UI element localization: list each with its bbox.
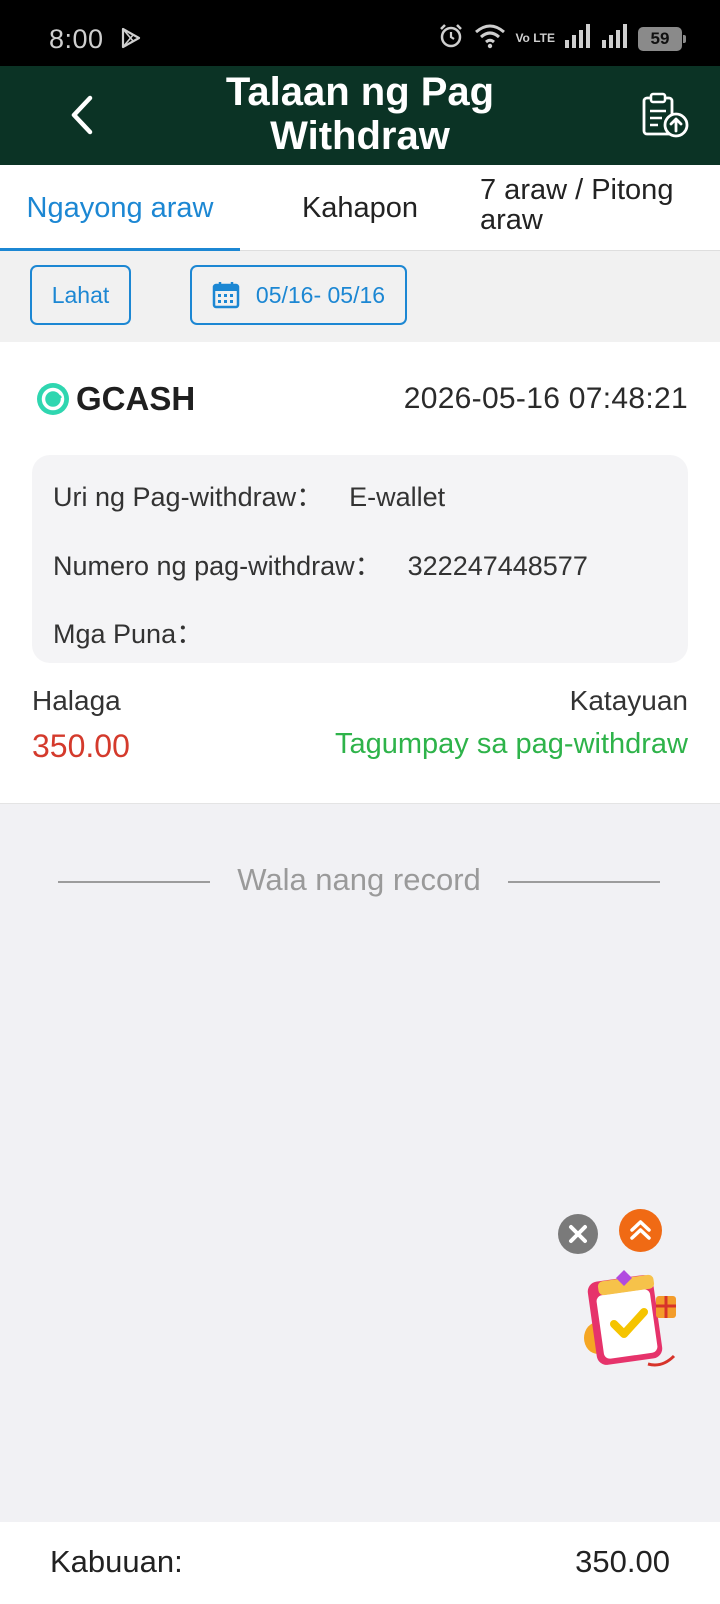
- withdraw-record-card[interactable]: GCASH 2026-05-16 07:48:21 Uri ng Pag-wit…: [0, 342, 720, 804]
- divider-left: [58, 881, 210, 883]
- gcash-logo-icon: [37, 383, 69, 415]
- back-button[interactable]: [62, 90, 106, 140]
- battery-icon: 59: [638, 26, 686, 51]
- withdraw-number-label: Numero ng pag-withdraw：: [53, 551, 382, 581]
- alarm-icon: [437, 22, 465, 55]
- gift-checklist-icon: [584, 1270, 676, 1367]
- tab-seven-days[interactable]: 7 araw / Pitong araw: [480, 165, 720, 251]
- status-label: Katayuan: [569, 685, 688, 716]
- close-float-button[interactable]: [558, 1214, 598, 1254]
- scroll-to-top-button[interactable]: [619, 1209, 662, 1252]
- export-records-button[interactable]: [640, 92, 692, 140]
- amount-label: Halaga: [32, 685, 121, 716]
- date-range-button[interactable]: 05/16- 05/16: [190, 265, 407, 325]
- withdraw-type-label: Uri ng Pag-withdraw：: [53, 482, 324, 512]
- withdraw-type-row: Uri ng Pag-withdraw： E-wallet: [53, 475, 445, 514]
- page-title: Talaan ng Pag Withdraw: [225, 70, 495, 158]
- play-store-icon: [120, 27, 142, 54]
- withdraw-number-value: 322247448577: [407, 551, 588, 581]
- withdraw-type-value: E-wallet: [349, 482, 446, 512]
- withdraw-number-row: Numero ng pag-withdraw： 322247448577: [53, 544, 588, 583]
- status-value: Tagumpay sa pag-withdraw: [334, 728, 688, 760]
- date-range-label: 05/16- 05/16: [255, 281, 386, 308]
- tab-yesterday[interactable]: Kahapon: [240, 165, 480, 251]
- close-icon: [569, 1225, 587, 1243]
- app-header: Talaan ng Pag Withdraw: [0, 66, 720, 165]
- calendar-icon: [212, 282, 240, 309]
- total-label: Kabuuan:: [50, 1544, 183, 1579]
- divider-right: [508, 881, 660, 883]
- remarks-label: Mga Puna：: [53, 619, 204, 649]
- tab-label: Kahapon: [301, 191, 419, 224]
- no-more-records: Wala nang record: [0, 862, 720, 902]
- status-time: 8:00: [49, 24, 104, 54]
- volte-badge: Vo LTE: [515, 31, 555, 45]
- promo-gift-button[interactable]: [578, 1268, 686, 1378]
- payment-method-name: GCASH: [76, 380, 196, 417]
- record-datetime: 2026-05-16 07:48:21: [403, 382, 688, 415]
- amount-value: 350.00: [32, 728, 130, 764]
- period-tabs: Ngayong araw Kahapon 7 araw / Pitong ara…: [0, 165, 720, 252]
- total-value: 350.00: [575, 1544, 670, 1579]
- filter-bar: Lahat 05/16- 05/16: [0, 251, 720, 342]
- remarks-row: Mga Puna：: [53, 612, 229, 651]
- chevron-left-icon: [71, 95, 93, 135]
- tab-label: Ngayong araw: [26, 191, 214, 224]
- record-details: Uri ng Pag-withdraw： E-wallet Numero ng p…: [32, 455, 688, 663]
- signal-icon-2: [601, 24, 629, 53]
- payment-method: GCASH: [36, 380, 195, 418]
- filter-all-button[interactable]: Lahat: [30, 265, 131, 325]
- wifi-icon: [474, 23, 506, 54]
- clipboard-upload-icon: [642, 92, 689, 138]
- no-more-records-text: Wala nang record: [237, 862, 481, 897]
- total-footer: Kabuuan: 350.00: [0, 1522, 720, 1604]
- status-bar: 8:00 Vo LTE 59: [0, 0, 720, 66]
- tab-today[interactable]: Ngayong araw: [0, 165, 240, 252]
- tab-label: 7 araw / Pitong araw: [480, 174, 674, 236]
- double-chevron-up-icon: [630, 1220, 651, 1240]
- signal-icon-1: [564, 24, 592, 53]
- status-icons: Vo LTE 59: [437, 22, 686, 55]
